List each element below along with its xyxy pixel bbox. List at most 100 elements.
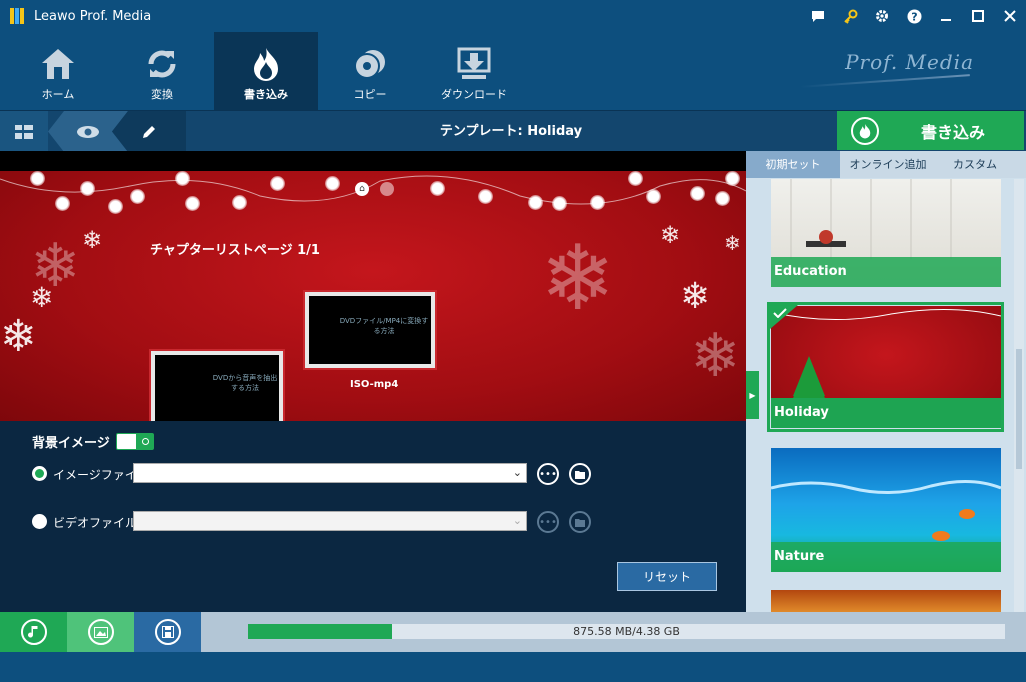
snowflake: ❄ [0,311,37,362]
snowflake: ❄ [540,226,616,331]
grid-view-button[interactable] [0,111,48,152]
music-button[interactable] [0,612,67,652]
title-bar: Leawo Prof. Media ? [0,0,1026,32]
app-logo [10,8,26,24]
maximize-icon[interactable] [962,0,994,32]
folder-open-icon[interactable] [569,463,591,485]
tab-home[interactable]: ホーム [6,32,110,110]
chat-icon[interactable] [802,0,834,32]
chapter-thumbnail[interactable]: DVDファイル/MP4に変換する方法 [305,292,435,368]
snowflake: ❄ [690,321,741,391]
video-file-select[interactable]: ⌄ [133,511,527,531]
download-icon [454,46,494,82]
tab-burn[interactable]: 書き込み [214,32,318,110]
snowflake: ❄ [660,221,681,249]
tab-online-add[interactable]: オンライン追加 [840,151,936,178]
light [528,195,543,210]
panel-collapse-handle[interactable]: ▶ [746,371,759,419]
selected-template-outline [767,302,1004,432]
svg-text:?: ? [911,10,917,23]
main-toolbar: ホーム 変換 書き込み コピー ダウンロード Prof. Media [0,32,1026,110]
light [325,176,340,191]
light [590,195,605,210]
snowflake: ❄ [680,276,711,317]
light [232,195,247,210]
tab-copy-label: コピー [353,88,387,101]
save-button[interactable] [134,612,201,652]
tab-convert[interactable]: 変換 [110,32,214,110]
burn-icon [246,46,286,82]
menu-preview-canvas[interactable]: ❄ ❄ ❄ ❄ ❄ ❄ ❄ ❄ ❄ ⌂ チャプターリストページ 1/1 DVDフ… [0,171,746,421]
template-title: テンプレート: Holiday [439,124,583,139]
more-options-icon[interactable]: ••• [537,463,559,485]
tab-burn-label: 書き込み [244,88,288,101]
chevron-down-icon: ⌄ [512,514,522,527]
light [130,189,145,204]
toggle-knob [142,438,149,445]
folder-open-icon[interactable] [569,511,591,533]
reset-button[interactable]: リセット [617,562,717,591]
more-options-icon[interactable]: ••• [537,511,559,533]
image-file-radio[interactable] [32,466,47,481]
save-icon [154,619,181,645]
thumbnail-text: DVDファイル/MP4に変換する方法 [339,317,429,335]
flame-icon [851,116,879,145]
light [628,171,643,186]
light [55,196,70,211]
template-card-education[interactable]: Education [771,179,1001,287]
background-image-button[interactable] [67,612,134,652]
tab-default-set[interactable]: 初期セット [746,151,840,178]
tab-download[interactable]: ダウンロード [422,32,526,110]
snowflake: ❄ [82,226,103,254]
background-image-label: 背景イメージ [32,436,110,451]
home-icon [38,46,78,82]
gear-icon[interactable] [866,0,898,32]
tab-copy[interactable]: コピー [318,32,422,110]
scrollbar-thumb[interactable] [1016,349,1022,469]
template-scrollbar[interactable] [1014,179,1024,612]
brand-swoosh [800,74,970,88]
help-icon[interactable]: ? [898,0,930,32]
tab-download-label: ダウンロード [441,88,507,101]
background-toggle[interactable] [116,433,154,450]
key-icon[interactable] [834,0,866,32]
snowflake: ❄ [30,281,54,314]
status-bar [0,652,1026,682]
burn-button[interactable]: 書き込み [837,111,1024,150]
minimize-icon[interactable] [930,0,962,32]
page-indicator[interactable] [380,182,394,196]
video-file-radio[interactable] [32,514,47,529]
chapter-thumbnail[interactable]: DVDから音声を抽出する方法 [151,351,283,421]
disc-capacity-bar: 875.58 MB/4.38 GB [248,624,1005,639]
menu-preview-area: ❄ ❄ ❄ ❄ ❄ ❄ ❄ ❄ ❄ ⌂ チャプターリストページ 1/1 DVDフ… [0,151,746,612]
light [715,191,730,206]
template-name: Nature [774,549,825,564]
eye-icon [76,125,100,139]
image-file-select[interactable]: ⌄ [133,463,527,483]
light [108,199,123,214]
template-card-nature[interactable]: Nature [771,448,1001,572]
chevron-down-icon: ⌄ [512,466,522,479]
light [478,189,493,204]
light [725,171,740,186]
template-card-partial[interactable] [771,590,1001,612]
tab-custom[interactable]: カスタム [936,151,1014,178]
light [270,176,285,191]
light [690,186,705,201]
home-page-icon[interactable]: ⌂ [355,182,369,196]
tab-convert-label: 変換 [151,88,173,101]
close-icon[interactable] [994,0,1026,32]
grid-icon [15,124,33,139]
pencil-icon [143,125,155,138]
light [430,181,445,196]
brand-logo: Prof. Media [845,50,974,74]
chapter-caption: ISO-mp4 [350,379,399,390]
light [552,196,567,211]
tab-home-label: ホーム [41,88,75,101]
snowflake: ❄ [724,231,741,255]
convert-icon [142,46,182,82]
light [80,181,95,196]
thumbnail-text: DVDから音声を抽出する方法 [212,374,278,392]
light [185,196,200,211]
chapter-list-title: チャプターリストページ 1/1 [150,243,320,258]
